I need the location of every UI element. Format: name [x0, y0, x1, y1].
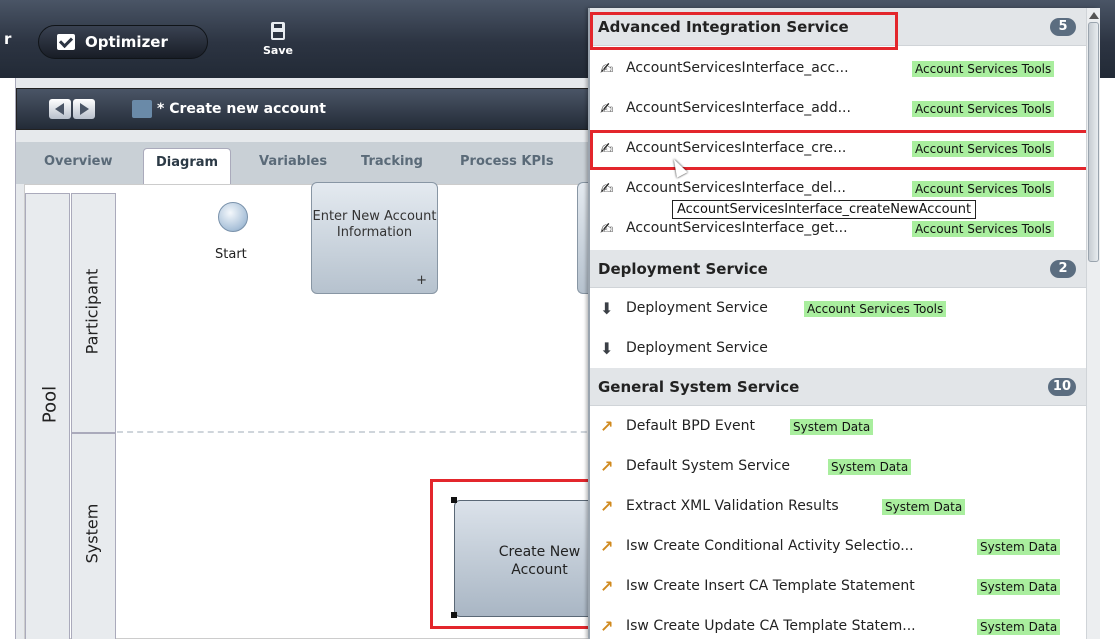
toolbar-truncated-item[interactable]: r [4, 30, 11, 48]
item-label: Extract XML Validation Results [626, 498, 839, 514]
item-label: AccountServicesInterface_del... [626, 180, 846, 196]
item-label: Deployment Service [626, 300, 768, 316]
list-item[interactable]: ✍ AccountServicesInterface_add... Accoun… [590, 89, 1086, 129]
section-header-deployment[interactable]: Deployment Service 2 [590, 250, 1086, 288]
section-header-general-system[interactable]: General System Service 10 [590, 368, 1086, 406]
editor-tabs: Overview Diagram Variables Tracking Proc… [16, 142, 616, 184]
list-item[interactable]: ⬇ Deployment Service Account Services To… [590, 289, 1086, 329]
pool-header[interactable]: Pool [25, 193, 70, 639]
integration-service-icon: ✍ [600, 59, 614, 78]
scrollbar-thumb[interactable] [1088, 22, 1099, 262]
list-item[interactable]: ↗ Isw Create Conditional Activity Select… [590, 527, 1086, 567]
item-label: Default BPD Event [626, 418, 755, 434]
save-button[interactable]: Save [258, 22, 298, 57]
item-label: AccountServicesInterface_acc... [626, 60, 849, 76]
system-service-icon: ↗ [600, 497, 614, 516]
optimizer-label: Optimizer [85, 33, 168, 51]
list-item[interactable]: ↗ Default System Service System Data [590, 447, 1086, 487]
item-label: Deployment Service [626, 340, 768, 356]
item-tag: System Data [977, 539, 1061, 555]
system-service-icon: ↗ [600, 417, 614, 436]
item-tag: Account Services Tools [912, 101, 1055, 117]
item-label: Isw Create Conditional Activity Selectio… [626, 538, 914, 554]
task-enter-new-account[interactable]: Enter New Account Information + [311, 182, 438, 294]
save-disk-icon [271, 22, 285, 40]
resize-handle[interactable] [451, 497, 457, 503]
save-label: Save [263, 44, 293, 57]
panel-scrollbar[interactable] [1086, 8, 1100, 639]
item-tag: Account Services Tools [912, 221, 1055, 237]
item-label: AccountServicesInterface_get... [626, 220, 848, 236]
lane-system-label: System [82, 503, 102, 564]
process-icon [132, 100, 152, 118]
start-event-icon[interactable] [218, 202, 248, 232]
optimizer-button[interactable]: Optimizer [38, 25, 208, 59]
section-title: Deployment Service [598, 260, 768, 278]
back-arrow-icon[interactable] [49, 99, 71, 119]
optimizer-check-icon [57, 34, 75, 50]
resize-handle[interactable] [451, 612, 457, 618]
section-count-badge: 5 [1050, 18, 1076, 36]
scroll-up-icon[interactable] [1089, 12, 1099, 19]
item-label: Isw Create Update CA Template Statem... [626, 618, 916, 634]
item-label: Default System Service [626, 458, 791, 474]
list-item[interactable]: ↗ Default BPD Event System Data [590, 407, 1086, 447]
lane-participant-label: Participant [82, 268, 102, 355]
item-tag: Account Services Tools [804, 301, 947, 317]
integration-service-icon: ✍ [600, 219, 614, 238]
integration-service-icon: ✍ [600, 179, 614, 198]
item-tag: System Data [828, 459, 912, 475]
system-service-icon: ↗ [600, 537, 614, 556]
section-count-badge: 2 [1050, 260, 1076, 278]
tab-diagram[interactable]: Diagram [143, 148, 232, 184]
list-item[interactable]: ↗ Isw Create Insert CA Template Statemen… [590, 567, 1086, 607]
task-enter-label: Enter New Account Information [312, 209, 437, 240]
list-item[interactable]: ⬇ Deployment Service [590, 329, 1086, 369]
start-event-label: Start [215, 247, 247, 262]
list-item[interactable]: ↗ Isw Create Update CA Template Statem..… [590, 607, 1086, 639]
item-tag: System Data [977, 619, 1061, 635]
highlight-box [590, 130, 1090, 170]
section-count-badge: 10 [1047, 378, 1076, 396]
pool-label: Pool [39, 385, 61, 424]
task-create-new-account[interactable]: Create New Account [454, 500, 594, 617]
deployment-service-icon: ⬇ [600, 299, 614, 318]
tab-tracking[interactable]: Tracking [361, 154, 423, 169]
deployment-service-icon: ⬇ [600, 339, 614, 358]
subprocess-plus-icon: + [416, 273, 427, 288]
item-tag: System Data [882, 499, 966, 515]
list-item[interactable]: ↗ Extract XML Validation Results System … [590, 487, 1086, 527]
lane-divider [117, 431, 617, 433]
item-tooltip: AccountServicesInterface_createNewAccoun… [672, 200, 977, 219]
item-label: Isw Create Insert CA Template Statement [626, 578, 915, 594]
system-service-icon: ↗ [600, 577, 614, 596]
forward-arrow-icon[interactable] [73, 99, 95, 119]
tab-process-kpis[interactable]: Process KPIs [460, 154, 554, 169]
system-service-icon: ↗ [600, 457, 614, 476]
lane-participant[interactable]: Participant [71, 193, 116, 433]
section-title: General System Service [598, 378, 800, 396]
lane-system[interactable]: System [71, 433, 116, 639]
tab-variables[interactable]: Variables [259, 154, 327, 169]
integration-service-icon: ✍ [600, 99, 614, 118]
item-tag: System Data [977, 579, 1061, 595]
list-item[interactable]: ✍ AccountServicesInterface_acc... Accoun… [590, 49, 1086, 89]
item-label: AccountServicesInterface_add... [626, 100, 851, 116]
task-create-label: Create New Account [498, 544, 581, 578]
editor-titlebar: * Create new account [16, 88, 616, 130]
tab-overview[interactable]: Overview [44, 154, 113, 169]
system-service-icon: ↗ [600, 617, 614, 636]
process-name: * Create new account [157, 101, 326, 117]
highlight-box [590, 12, 898, 50]
item-tag: System Data [790, 419, 874, 435]
item-tag: Account Services Tools [912, 61, 1055, 77]
item-tag: Account Services Tools [912, 181, 1055, 197]
service-library-panel: Advanced Integration Service 5 ✍ Account… [588, 8, 1100, 639]
